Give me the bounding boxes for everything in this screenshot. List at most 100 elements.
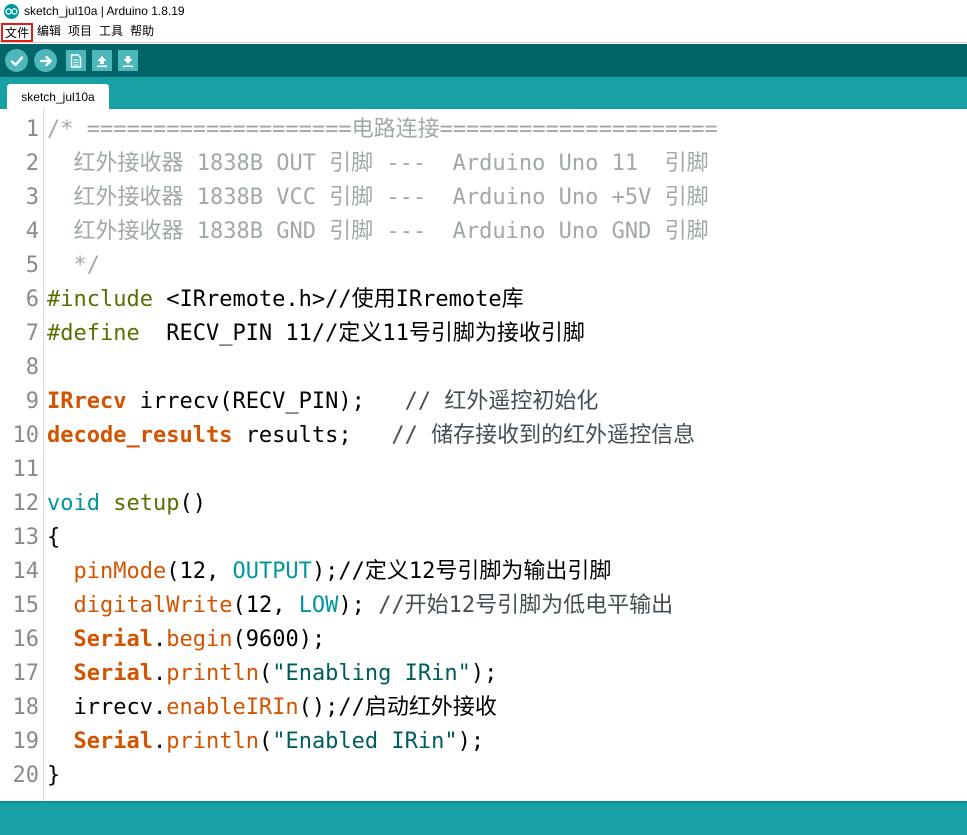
toolbar	[0, 44, 967, 77]
line-number: 12	[12, 491, 40, 516]
code-text: #include <IRremote.h>//使用IRremote库	[47, 283, 524, 317]
code-token: 红外接收器 1838B VCC 引脚 --- Arduino Uno +5V 引…	[47, 185, 709, 210]
code-token: (	[258, 729, 273, 754]
code-text: /* ====================电路连接=============…	[47, 113, 718, 147]
code-line[interactable]: 16 Serial.begin(9600);	[0, 623, 967, 657]
code-line[interactable]: 18 irrecv.enableIRIn();//启动红外接收	[0, 691, 967, 725]
code-line[interactable]: 8	[0, 351, 967, 385]
line-number: 8	[25, 355, 39, 380]
new-button[interactable]	[66, 50, 86, 71]
code-token: ();//启动红外接收	[298, 695, 497, 720]
line-number: 19	[12, 729, 40, 754]
code-line[interactable]: 7 #define RECV_PIN 11//定义11号引脚为接收引脚	[0, 317, 967, 351]
code-line[interactable]: 12 void setup()	[0, 487, 967, 521]
code-line[interactable]: 19 Serial.println("Enabled IRin");	[0, 725, 967, 759]
code-token: .	[152, 661, 167, 686]
menu-sketch[interactable]: 项目	[65, 23, 95, 42]
code-text: {	[47, 521, 60, 555]
code-line[interactable]: 6 #include <IRremote.h>//使用IRremote库	[0, 283, 967, 317]
line-number: 4	[25, 219, 39, 244]
code-token: LOW	[298, 593, 339, 618]
code-token: <IRremote.h>//使用IRremote库	[166, 287, 524, 312]
new-file-icon	[70, 53, 82, 68]
upload-button[interactable]	[34, 49, 57, 72]
tab-strip: sketch_jul10a	[0, 77, 967, 109]
code-line[interactable]: 13 {	[0, 521, 967, 555]
code-text: digitalWrite(12, LOW); //开始12号引脚为低电平输出	[47, 589, 674, 623]
code-line[interactable]: 10 decode_results results; // 储存接收到的红外遥控信…	[0, 419, 967, 453]
code-token: println	[166, 661, 259, 686]
code-line[interactable]: 1 /* ====================电路连接============…	[0, 113, 967, 147]
code-line[interactable]: 2 红外接收器 1838B OUT 引脚 --- Arduino Uno 11 …	[0, 147, 967, 181]
line-number: 15	[12, 593, 40, 618]
code-token: (9600);	[232, 627, 326, 652]
save-button[interactable]	[118, 50, 138, 71]
console-divider	[0, 801, 967, 835]
code-token: irrecv.	[47, 695, 167, 720]
code-token: "Enabling IRin"	[272, 661, 471, 686]
menu-tools[interactable]: 工具	[96, 23, 126, 42]
line-number: 16	[12, 627, 40, 652]
menu-file[interactable]: 文件	[1, 22, 34, 42]
code-text: 红外接收器 1838B VCC 引脚 --- Arduino Uno +5V 引…	[47, 181, 709, 215]
code-text: IRrecv irrecv(RECV_PIN); // 红外遥控初始化	[47, 385, 598, 419]
code-token: (12,	[166, 559, 233, 584]
code-line[interactable]: 5 */	[0, 249, 967, 283]
code-line[interactable]: 17 Serial.println("Enabling IRin");	[0, 657, 967, 691]
code-token: IRrecv	[47, 389, 127, 414]
code-token: println	[166, 729, 259, 754]
code-token: begin	[166, 627, 233, 652]
line-number: 2	[25, 151, 39, 176]
line-number: 17	[12, 661, 40, 686]
code-token: /* ====================电路连接=============…	[47, 117, 718, 142]
line-number: 1	[25, 117, 39, 142]
code-token: pinMode	[73, 559, 167, 584]
code-token: #include	[47, 287, 167, 312]
code-token: Serial	[73, 627, 153, 652]
code-token: (	[258, 661, 273, 686]
verify-button[interactable]	[5, 49, 28, 72]
code-text: pinMode(12, OUTPUT);//定义12号引脚为输出引脚	[47, 555, 612, 589]
code-text: Serial.println("Enabling IRin");	[47, 657, 498, 691]
code-text: 红外接收器 1838B GND 引脚 --- Arduino Uno GND 引…	[47, 215, 708, 249]
code-token: (12,	[232, 593, 299, 618]
code-text: Serial.println("Enabled IRin");	[47, 725, 485, 759]
code-token: .	[152, 627, 167, 652]
code-token: Serial	[73, 729, 153, 754]
window-title: sketch_jul10a | Arduino 1.8.19	[24, 4, 185, 18]
code-text: irrecv.enableIRIn();//启动红外接收	[47, 691, 497, 725]
code-line[interactable]: 3 红外接收器 1838B VCC 引脚 --- Arduino Uno +5V…	[0, 181, 967, 215]
code-text: }	[47, 759, 60, 793]
code-line[interactable]: 15 digitalWrite(12, LOW); //开始12号引脚为低电平输…	[0, 589, 967, 623]
line-number: 20	[12, 763, 40, 788]
code-token: RECV_PIN 11//定义11号引脚为接收引脚	[152, 321, 585, 346]
open-button[interactable]	[92, 50, 112, 71]
tab-sketch[interactable]: sketch_jul10a	[7, 84, 109, 109]
title-bar: sketch_jul10a | Arduino 1.8.19	[0, 0, 967, 22]
code-token: setup	[113, 491, 180, 516]
menu-help[interactable]: 帮助	[127, 23, 157, 42]
code-token: "Enabled IRin"	[272, 729, 458, 754]
code-token: void	[47, 491, 100, 516]
code-token: }	[47, 763, 61, 788]
code-line[interactable]: 9 IRrecv irrecv(RECV_PIN); // 红外遥控初始化	[0, 385, 967, 419]
code-line[interactable]: 20}	[0, 759, 967, 793]
code-line[interactable]: 4 红外接收器 1838B GND 引脚 --- Arduino Uno GND…	[0, 215, 967, 249]
line-number: 14	[12, 559, 40, 584]
code-line[interactable]: 14 pinMode(12, OUTPUT);//定义12号引脚为输出引脚	[0, 555, 967, 589]
arduino-logo-icon	[4, 3, 19, 19]
menu-edit[interactable]: 编辑	[34, 23, 64, 42]
menu-bar: 文件 编辑 项目 工具 帮助	[0, 22, 967, 43]
code-token: decode_results	[47, 423, 233, 448]
code-token: 红外接收器 1838B OUT 引脚 --- Arduino Uno 11 引脚	[47, 151, 709, 176]
code-token: ()	[179, 491, 206, 516]
line-number: 13	[12, 525, 40, 550]
code-token: );	[338, 593, 379, 618]
code-token: #define	[47, 321, 153, 346]
code-line[interactable]: 11	[0, 453, 967, 487]
code-editor[interactable]: 1 /* ====================电路连接============…	[0, 109, 967, 801]
code-token: // 储存接收到的红外遥控信息	[391, 423, 696, 448]
code-token: digitalWrite	[73, 593, 233, 618]
